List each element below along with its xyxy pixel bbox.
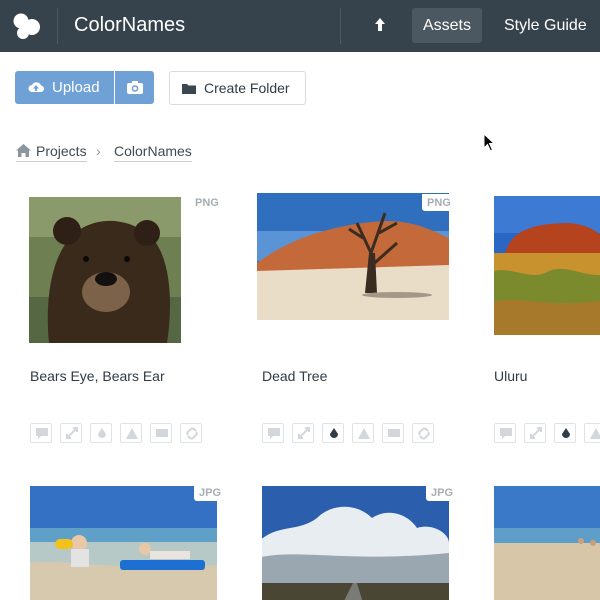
link-icon [418, 427, 430, 440]
home-icon [16, 144, 31, 157]
upload-arrow-icon[interactable] [371, 16, 389, 34]
comment-icon [500, 428, 512, 439]
color-button[interactable] [322, 423, 344, 443]
folder-icon [182, 84, 196, 94]
create-folder-label: Create Folder [204, 80, 290, 96]
color-drop-icon [98, 428, 106, 438]
format-badge: JPG [194, 486, 226, 501]
link-button[interactable] [180, 423, 202, 443]
asset-card[interactable]: PNG Dead Tree [257, 193, 458, 456]
format-badge: PNG [190, 194, 224, 211]
resize-icon [66, 427, 78, 439]
resize-icon [530, 427, 542, 439]
divider [57, 8, 58, 44]
warning-icon [358, 428, 370, 439]
mouse-cursor-icon [483, 133, 496, 152]
resize-button[interactable] [524, 423, 546, 443]
display-button[interactable] [382, 423, 404, 443]
format-badge: PNG [422, 194, 456, 211]
display-icon [156, 429, 168, 437]
comment-icon [36, 428, 48, 439]
upload-button[interactable]: Upload [15, 71, 114, 104]
nav-tab-assets[interactable]: Assets [412, 8, 482, 43]
asset-title[interactable]: Dead Tree [262, 368, 327, 384]
asset-thumbnail[interactable] [257, 193, 449, 320]
warning-icon [590, 428, 600, 439]
color-drop-icon [562, 428, 570, 438]
comment-button[interactable] [262, 423, 284, 443]
asset-card[interactable]: JPG [30, 486, 226, 600]
create-folder-button[interactable]: Create Folder [169, 71, 306, 105]
camera-button[interactable] [115, 71, 154, 104]
comment-button[interactable] [494, 423, 516, 443]
app-title: ColorNames [74, 14, 186, 36]
warning-button[interactable] [584, 423, 600, 443]
asset-title[interactable]: Bears Eye, Bears Ear [30, 368, 165, 384]
chevron-right-icon: › [96, 143, 101, 159]
asset-thumbnail[interactable] [494, 196, 600, 335]
comment-icon [268, 428, 280, 439]
comment-button[interactable] [30, 423, 52, 443]
cloud-upload-icon [28, 82, 44, 93]
asset-thumbnail[interactable] [29, 197, 181, 343]
color-drop-icon [330, 428, 338, 438]
display-button[interactable] [150, 423, 172, 443]
top-bar: ColorNames Assets Style Guide [0, 0, 600, 52]
upload-label: Upload [52, 79, 100, 96]
breadcrumb-current[interactable]: ColorNames [114, 143, 192, 162]
resize-button[interactable] [60, 423, 82, 443]
resize-icon [298, 427, 310, 439]
resize-button[interactable] [292, 423, 314, 443]
warning-icon [126, 428, 138, 439]
breadcrumb-projects-link[interactable]: Projects [16, 143, 87, 162]
breadcrumb-projects-label: Projects [36, 143, 87, 159]
app-logo-icon[interactable] [12, 11, 42, 41]
format-badge: JPG [426, 486, 458, 501]
asset-card[interactable]: Uluru [494, 196, 600, 456]
nav-tab-style-guide[interactable]: Style Guide [504, 8, 600, 43]
asset-card[interactable]: PNG Bears Eye, Bears Ear [29, 194, 226, 456]
warning-button[interactable] [352, 423, 374, 443]
display-icon [388, 429, 400, 437]
color-button[interactable] [90, 423, 112, 443]
camera-icon [127, 81, 143, 94]
asset-card[interactable]: JPG [262, 486, 458, 600]
warning-button[interactable] [120, 423, 142, 443]
divider [340, 8, 341, 44]
asset-thumbnail[interactable] [494, 486, 600, 600]
asset-card[interactable] [494, 486, 600, 600]
link-icon [186, 427, 198, 440]
link-button[interactable] [412, 423, 434, 443]
asset-title[interactable]: Uluru [494, 368, 527, 384]
asset-thumbnail[interactable] [30, 486, 217, 600]
asset-thumbnail[interactable] [262, 486, 449, 600]
color-button[interactable] [554, 423, 576, 443]
